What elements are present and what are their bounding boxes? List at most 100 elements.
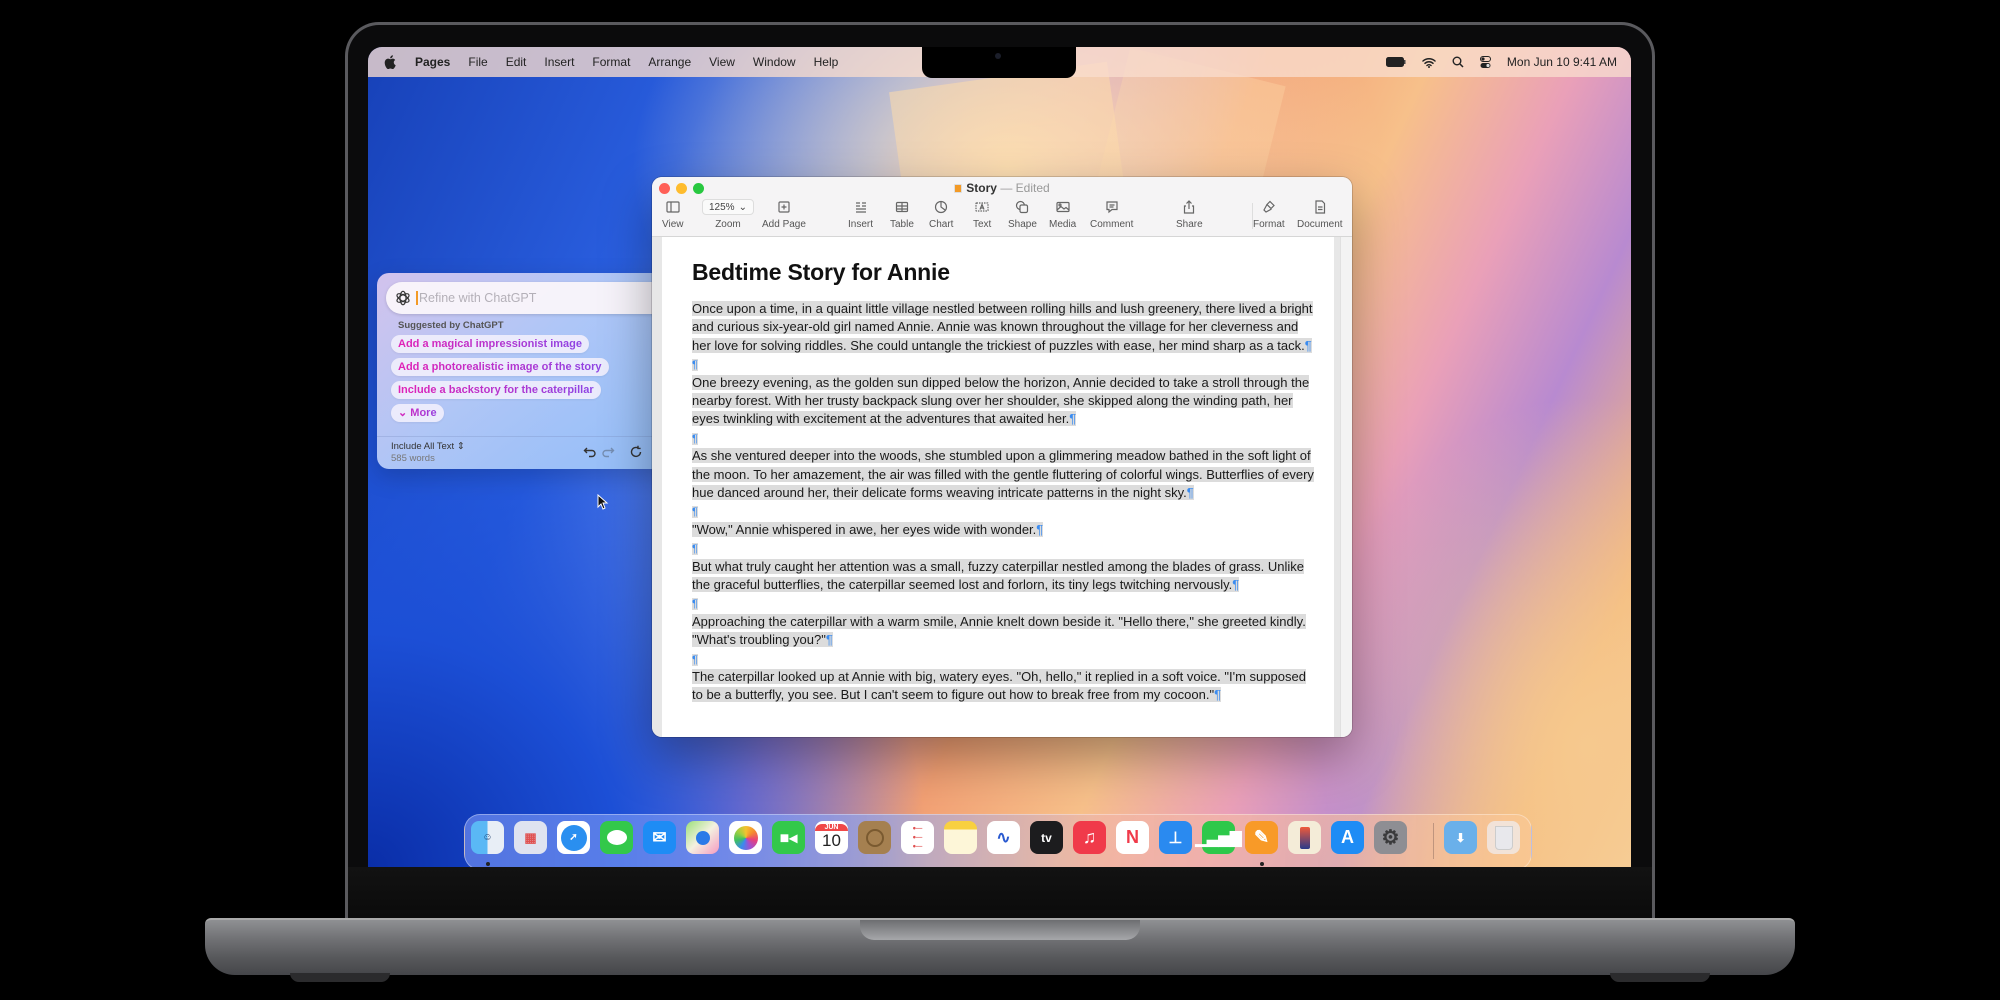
empty-paragraph[interactable]: ¶	[692, 539, 1320, 557]
regenerate-button[interactable]	[629, 445, 643, 459]
battery-icon[interactable]	[1385, 57, 1406, 67]
undo-icon	[583, 447, 596, 458]
dock-facetime[interactable]: ■◂	[772, 821, 805, 854]
dock-notes[interactable]	[944, 821, 977, 854]
vertical-scrollbar[interactable]	[1340, 237, 1352, 737]
toolbar-chart-button[interactable]: Chart	[929, 199, 953, 230]
toolbar-shape-button[interactable]: Shape	[1008, 199, 1037, 230]
refine-with-chatgpt-input[interactable]	[419, 291, 659, 305]
dock-news[interactable]: N	[1116, 821, 1149, 854]
iphone-mirroring-icon	[1299, 826, 1310, 849]
dock-launchpad[interactable]: ▦	[514, 821, 547, 854]
news-icon: N	[1126, 827, 1139, 847]
menu-edit[interactable]: Edit	[497, 55, 536, 69]
menu-view[interactable]: View	[700, 55, 744, 69]
paragraph[interactable]: Once upon a time, in a quaint little vil…	[692, 300, 1320, 355]
paragraph[interactable]: The caterpillar looked up at Annie with …	[692, 668, 1320, 705]
dock: ☺ ▦ ➚ ✉ ■◂ JUN 10 •─ •─ •─ ∿ tv ♫ N ⊥ ▁▃▅▇…	[464, 814, 1532, 867]
edited-status: Edited	[1015, 181, 1050, 195]
paragraph[interactable]: One breezy evening, as the golden sun di…	[692, 374, 1320, 429]
spotlight-search-icon[interactable]	[1452, 56, 1464, 68]
document-body[interactable]: Once upon a time, in a quaint little vil…	[692, 300, 1320, 705]
toolbar-media-button[interactable]: Media	[1049, 199, 1076, 230]
pilcrow-mark: ¶	[1232, 577, 1240, 593]
more-label: More	[410, 407, 437, 419]
empty-paragraph[interactable]: ¶	[692, 429, 1320, 447]
toolbar-label: Document	[1297, 219, 1343, 230]
empty-paragraph[interactable]: ¶	[692, 355, 1320, 373]
toolbar-format-button[interactable]: Format	[1253, 199, 1285, 230]
menu-file[interactable]: File	[459, 55, 496, 69]
document-page[interactable]: Bedtime Story for Annie Once upon a time…	[662, 237, 1334, 737]
dock-system-settings[interactable]: ⚙	[1374, 821, 1407, 854]
dock-messages[interactable]	[600, 821, 633, 854]
toolbar-zoom-control[interactable]: 125% ⌄ Zoom	[702, 199, 754, 230]
toolbar-add-page-button[interactable]: Add Page	[762, 199, 806, 230]
dock-iphone-mirroring[interactable]	[1288, 821, 1321, 854]
control-center-icon[interactable]	[1479, 55, 1491, 69]
toolbar-document-button[interactable]: Document	[1297, 199, 1343, 230]
pilcrow-mark: ¶	[1186, 485, 1194, 501]
menu-insert[interactable]: Insert	[535, 55, 583, 69]
document-name[interactable]: Story	[966, 181, 997, 195]
document-heading[interactable]: Bedtime Story for Annie	[692, 259, 950, 286]
dock-separator	[1433, 823, 1434, 859]
dock-numbers[interactable]: ▁▃▅▇	[1195, 821, 1242, 854]
dock-downloads-folder[interactable]: ⬇	[1444, 821, 1477, 854]
redo-button[interactable]	[601, 445, 615, 459]
suggestion-chip[interactable]: Add a photorealistic image of the story	[391, 358, 609, 376]
calendar-icon: JUN	[815, 824, 848, 831]
suggestion-chip[interactable]: Include a backstory for the caterpillar	[391, 381, 601, 399]
dock-music[interactable]: ♫	[1073, 821, 1106, 854]
menu-clock[interactable]: Mon Jun 10 9:41 AM	[1507, 55, 1617, 69]
menu-window[interactable]: Window	[744, 55, 805, 69]
paragraph-text: But what truly caught her attention was …	[692, 558, 1305, 593]
paragraph[interactable]: Approaching the caterpillar with a warm …	[692, 613, 1320, 650]
dock-keynote[interactable]: ⊥	[1159, 821, 1192, 854]
menu-arrange[interactable]: Arrange	[639, 55, 700, 69]
dock-contacts[interactable]	[858, 821, 891, 854]
dock-freeform[interactable]: ∿	[987, 821, 1020, 854]
toolbar-comment-button[interactable]: Comment	[1090, 199, 1133, 230]
window-title: Story — Edited	[652, 181, 1352, 195]
undo-button[interactable]	[583, 445, 597, 459]
suggestion-chip[interactable]: Add a magical impressionist image	[391, 335, 590, 353]
dock-calendar[interactable]: JUN 10	[815, 821, 848, 854]
zoom-select[interactable]: 125% ⌄	[702, 199, 754, 215]
title-separator: —	[1000, 181, 1013, 195]
paragraph[interactable]: As she ventured deeper into the woods, s…	[692, 447, 1320, 502]
dock-reminders[interactable]: •─ •─ •─	[901, 821, 934, 854]
paragraph[interactable]: "Wow," Annie whispered in awe, her eyes …	[692, 521, 1320, 539]
paragraph-text: As she ventured deeper into the woods, s…	[692, 448, 1314, 501]
wifi-icon[interactable]	[1422, 57, 1436, 68]
toolbar-share-button[interactable]: Share	[1176, 199, 1203, 230]
empty-paragraph[interactable]: ¶	[692, 502, 1320, 520]
dock-pages[interactable]: ✎	[1245, 821, 1278, 854]
dock-apple-tv[interactable]: tv	[1030, 821, 1063, 854]
refine-input-container[interactable]	[386, 282, 676, 314]
dock-maps[interactable]	[686, 821, 719, 854]
toolbar-insert-button[interactable]: Insert	[848, 199, 873, 230]
dock-safari[interactable]: ➚	[557, 821, 590, 854]
empty-paragraph[interactable]: ¶	[692, 594, 1320, 612]
menu-app-name[interactable]: Pages	[406, 55, 459, 69]
more-suggestions-button[interactable]: ⌄ More	[391, 404, 444, 422]
dock-finder[interactable]: ☺	[471, 821, 504, 854]
menu-help[interactable]: Help	[805, 55, 848, 69]
dock-photos[interactable]	[729, 821, 762, 854]
add-page-icon	[778, 201, 790, 213]
toolbar-table-button[interactable]: Table	[890, 199, 914, 230]
apple-logo-icon[interactable]	[384, 55, 396, 69]
freeform-icon: ∿	[996, 827, 1011, 847]
contacts-icon	[865, 828, 884, 847]
dock-trash[interactable]	[1487, 821, 1520, 854]
dock-app-store[interactable]: A	[1331, 821, 1364, 854]
toolbar-view-button[interactable]: View	[662, 199, 684, 230]
laptop-lid-notch	[860, 920, 1140, 940]
empty-paragraph[interactable]: ¶	[692, 650, 1320, 668]
paragraph[interactable]: But what truly caught her attention was …	[692, 558, 1320, 595]
scope-selector[interactable]: Include All Text ⇕	[391, 441, 465, 452]
menu-format[interactable]: Format	[583, 55, 639, 69]
dock-mail[interactable]: ✉	[643, 821, 676, 854]
toolbar-text-button[interactable]: Text	[973, 199, 991, 230]
